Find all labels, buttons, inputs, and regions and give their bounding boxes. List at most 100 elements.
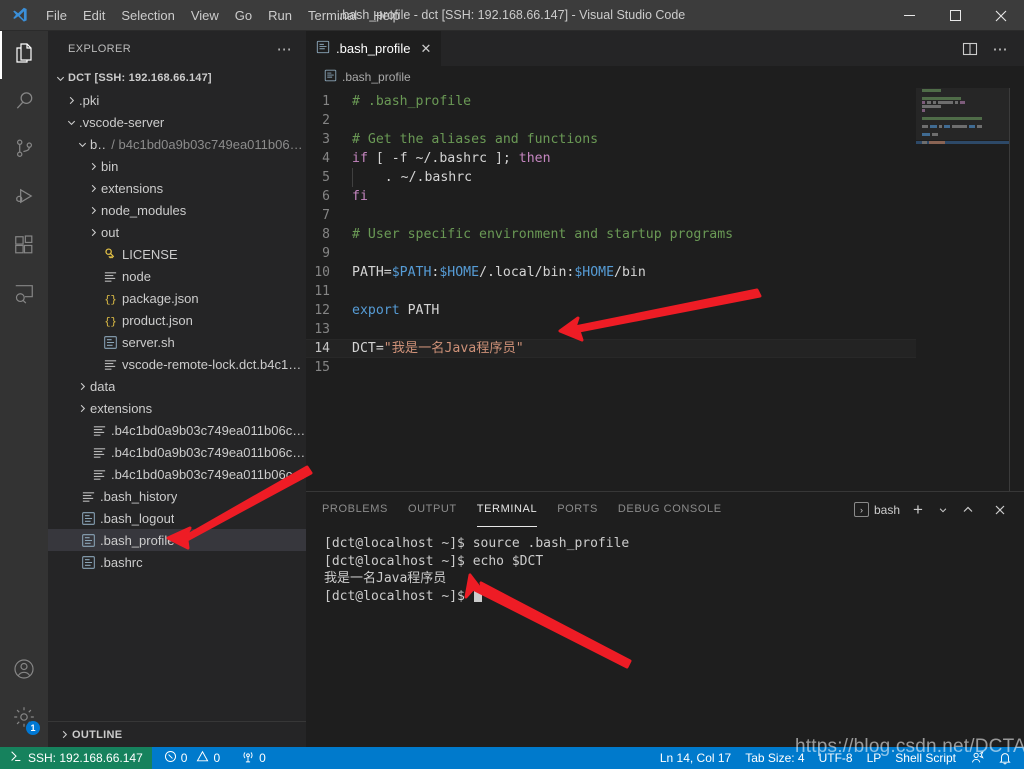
new-terminal-dropdown-icon[interactable] (936, 496, 950, 524)
menu-view[interactable]: View (183, 0, 227, 31)
code-line[interactable]: 2 (306, 111, 1024, 130)
new-terminal-button[interactable]: + (904, 496, 932, 524)
tree-item-dct-ssh-192-168-66-147[interactable]: DCT [SSH: 192.168.66.147] (48, 67, 306, 89)
tree-item-license[interactable]: LICENSE (48, 243, 306, 265)
terminal-output[interactable]: [dct@localhost ~]$ source .bash_profile [… (306, 527, 1024, 747)
tree-item-bashrc[interactable]: .bashrc (48, 551, 306, 573)
tree-item-bash-logout[interactable]: .bash_logout (48, 507, 306, 529)
feedback-icon[interactable] (963, 747, 991, 769)
tree-item-out[interactable]: out (48, 221, 306, 243)
cursor-position[interactable]: Ln 14, Col 17 (653, 747, 738, 769)
activity-extensions[interactable] (0, 223, 48, 271)
menu-edit[interactable]: Edit (75, 0, 113, 31)
tree-item-bash-profile[interactable]: .bash_profile (48, 529, 306, 551)
sidebar-more-actions-icon[interactable]: ⋯ (277, 40, 292, 58)
language-mode[interactable]: Shell Script (888, 747, 963, 769)
remote-indicator[interactable]: SSH: 192.168.66.147 (0, 747, 152, 769)
code-text: fi (352, 187, 1024, 206)
tree-item-bin[interactable]: bin / b4c1bd0a9b03c749ea011b06c... (48, 133, 306, 155)
menu-file[interactable]: File (38, 0, 75, 31)
menu-bar: File Edit Selection View Go Run Terminal… (38, 0, 408, 31)
code-token: then (518, 151, 551, 166)
tree-item-vscode-remote-lock-dct-b4c1bd0a[interactable]: vscode-remote-lock.dct.b4c1bd0a... (48, 353, 306, 375)
code-line[interactable]: 14 DCT="我是一名Java程序员" (306, 339, 1024, 358)
code-lines[interactable]: 1 # .bash_profile 2 3 # Get the aliases and … (306, 88, 1024, 491)
code-line[interactable]: 7 (306, 206, 1024, 225)
code-line[interactable]: 8 # User specific environment and startup… (306, 225, 1024, 244)
code-line[interactable]: 9 (306, 244, 1024, 263)
tree-item-extensions[interactable]: extensions (48, 397, 306, 419)
code-editor[interactable]: 1 # .bash_profile 2 3 # Get the aliases and … (306, 88, 1024, 491)
tree-item-label: .b4c1bd0a9b03c749ea011b06c6d2... (111, 444, 306, 460)
code-line[interactable]: 13 (306, 320, 1024, 339)
terminal-line: [dct@localhost ~]$ (324, 587, 1024, 606)
tab-output[interactable]: OUTPUT (408, 492, 457, 527)
code-line[interactable]: 12 export PATH (306, 301, 1024, 320)
breadcrumb[interactable]: .bash_profile (306, 66, 1024, 88)
code-line[interactable]: 1 # .bash_profile (306, 92, 1024, 111)
file-tree[interactable]: DCT [SSH: 192.168.66.147] .pki .vscode-ser… (48, 66, 306, 721)
tab-problems[interactable]: PROBLEMS (322, 492, 388, 527)
tree-item-vscode-server[interactable]: .vscode-server (48, 111, 306, 133)
activity-search[interactable] (0, 79, 48, 127)
binary-icon (79, 489, 97, 504)
code-line[interactable]: 15 (306, 358, 1024, 377)
maximize-button[interactable] (932, 0, 978, 31)
terminal-selector[interactable]: › bash (853, 502, 900, 517)
tree-item-b4c1bd0a9b03c749ea011b06c6d2[interactable]: .b4c1bd0a9b03c749ea011b06c6d2... (48, 419, 306, 441)
outline-label: OUTLINE (72, 728, 123, 741)
code-line[interactable]: 3 # Get the aliases and functions (306, 130, 1024, 149)
code-line[interactable]: 4 if [ -f ~/.bashrc ]; then (306, 149, 1024, 168)
activity-explorer[interactable] (0, 31, 48, 79)
tree-item-server-sh[interactable]: server.sh (48, 331, 306, 353)
tree-item-bash-history[interactable]: .bash_history (48, 485, 306, 507)
tree-item-b4c1bd0a9b03c749ea011b06c6d2[interactable]: .b4c1bd0a9b03c749ea011b06c6d2... (48, 441, 306, 463)
tab-bash-profile[interactable]: .bash_profile ✕ (306, 31, 443, 66)
activity-accounts[interactable] (0, 647, 48, 695)
tab-ports[interactable]: PORTS (557, 492, 598, 527)
end-of-line[interactable]: LP (860, 747, 889, 769)
close-panel-icon[interactable] (986, 496, 1014, 524)
tree-item-b4c1bd0a9b03c749ea011b06c6d2[interactable]: .b4c1bd0a9b03c749ea011b06c6d2... (48, 463, 306, 485)
code-token: "我是一名Java程序员" (383, 341, 524, 356)
menu-run[interactable]: Run (260, 0, 300, 31)
encoding[interactable]: UTF-8 (812, 747, 860, 769)
tab-debug-console[interactable]: DEBUG CONSOLE (618, 492, 722, 527)
menu-selection[interactable]: Selection (113, 0, 182, 31)
code-line[interactable]: 6 fi (306, 187, 1024, 206)
editor-scrollbar[interactable] (1010, 88, 1024, 491)
maximize-panel-icon[interactable] (954, 496, 982, 524)
outline-section-header[interactable]: OUTLINE (48, 721, 306, 747)
tree-item-product-json[interactable]: {} product.json (48, 309, 306, 331)
tree-item-node-modules[interactable]: node_modules (48, 199, 306, 221)
close-button[interactable] (978, 0, 1024, 31)
menu-go[interactable]: Go (227, 0, 260, 31)
tree-item-data[interactable]: data (48, 375, 306, 397)
code-token: export (352, 303, 400, 318)
split-editor-icon[interactable] (956, 35, 984, 63)
ports-status[interactable]: 0 (227, 747, 273, 769)
tab-size[interactable]: Tab Size: 4 (738, 747, 811, 769)
activity-source-control[interactable] (0, 127, 48, 175)
menu-help[interactable]: Help (365, 0, 408, 31)
menu-terminal[interactable]: Terminal (300, 0, 365, 31)
activity-settings[interactable]: 1 (0, 695, 48, 743)
tab-close-icon[interactable]: ✕ (420, 41, 431, 57)
code-line[interactable]: 11 (306, 282, 1024, 301)
tree-item-node[interactable]: node (48, 265, 306, 287)
tree-item-bin[interactable]: bin (48, 155, 306, 177)
bell-icon[interactable] (991, 747, 1024, 769)
json-icon: {} (101, 313, 119, 328)
code-line[interactable]: 10 PATH=$PATH:$HOME/.local/bin:$HOME/bin (306, 263, 1024, 282)
tree-item-label: bin (90, 136, 108, 152)
tree-item-pki[interactable]: .pki (48, 89, 306, 111)
code-line[interactable]: 5 . ~/.bashrc (306, 168, 1024, 187)
editor-more-actions-icon[interactable]: ⋯ (986, 35, 1014, 63)
minimize-button[interactable] (886, 0, 932, 31)
problems-status[interactable]: 0 0 (152, 747, 227, 769)
activity-run-debug[interactable] (0, 175, 48, 223)
activity-remote-explorer[interactable] (0, 271, 48, 319)
tab-terminal[interactable]: TERMINAL (476, 492, 538, 527)
tree-item-extensions[interactable]: extensions (48, 177, 306, 199)
tree-item-package-json[interactable]: {} package.json (48, 287, 306, 309)
